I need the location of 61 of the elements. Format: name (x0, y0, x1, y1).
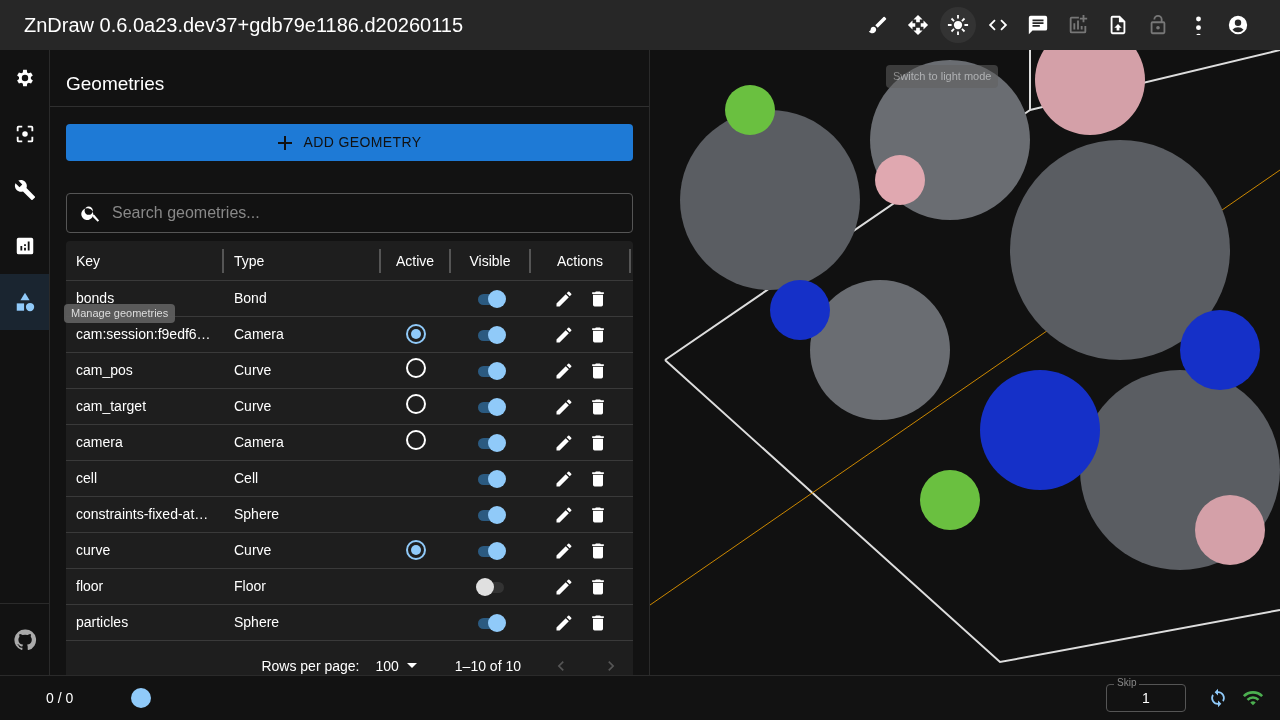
column-header[interactable]: Visible (451, 248, 531, 273)
table-cell-text: particles (75, 613, 130, 632)
radio-button[interactable] (406, 540, 426, 560)
sun-icon (947, 14, 969, 36)
table-cell-text: camera (75, 433, 124, 452)
toggle-switch[interactable] (476, 612, 506, 633)
page-range: 1–10 of 10 (454, 656, 521, 675)
plus-icon (277, 134, 294, 151)
github-icon (12, 627, 37, 652)
table-cell-text: Floor (233, 577, 267, 596)
brush-icon (867, 14, 889, 36)
toggle-switch[interactable] (476, 504, 506, 525)
table-cell-text: Sphere (233, 613, 281, 632)
toggle-switch[interactable] (476, 288, 506, 309)
toggle-switch[interactable] (476, 360, 506, 381)
account-icon (1227, 14, 1249, 36)
table-cell-text: Curve (233, 541, 273, 560)
table-cell-text: cam_pos (75, 361, 134, 380)
column-header[interactable]: Type (224, 248, 381, 273)
field-label: Skip (1114, 677, 1140, 689)
column-header[interactable]: Actions (531, 248, 631, 273)
toggle-switch[interactable] (476, 540, 506, 561)
app-title: ZnDraw 0.6.0a23.dev37+gdb79e1186.d20260115 (24, 13, 465, 38)
toggle-switch[interactable] (476, 468, 506, 489)
toggle-switch[interactable] (476, 576, 506, 597)
sun-button[interactable] (940, 7, 976, 43)
chart-add-icon (1067, 14, 1089, 36)
table-cell-text: floor (75, 577, 105, 596)
sidebar-item[interactable] (0, 274, 49, 330)
sync-icon[interactable] (1208, 688, 1228, 708)
table-cell-text: Curve (233, 361, 273, 380)
more-icon (1195, 15, 1201, 35)
table-cell-text: Cell (233, 469, 260, 488)
table-cell-text: cam:session:f9edf6… (75, 325, 212, 344)
table-cell-text: Sphere (233, 505, 281, 524)
table-cell-text: Camera (233, 433, 285, 452)
move-icon (907, 14, 929, 36)
frame-counter: 0 / 0 (46, 688, 74, 708)
slider-thumb[interactable] (131, 688, 152, 708)
table-cell-text: Curve (233, 397, 273, 416)
table-cell-text: Bond (233, 289, 268, 308)
table-cell-text: cell (75, 469, 98, 488)
caret-icon (406, 663, 417, 669)
radio-button[interactable] (406, 324, 426, 344)
toggle-switch[interactable] (476, 396, 506, 417)
table-cell-text: constraints-fixed-at… (75, 505, 210, 524)
tooltip: Manage geometries (64, 304, 176, 323)
column-header[interactable]: Key (66, 248, 224, 273)
panel-title: Geometries (50, 50, 649, 107)
table-cell-text: cam_target (75, 397, 148, 416)
wrench-icon (13, 179, 36, 201)
table-cell-text: Camera (233, 325, 285, 344)
toggle-switch[interactable] (476, 324, 506, 345)
rows-per-page-label: Rows per page: (261, 656, 360, 675)
search-field[interactable]: Search geometries... (66, 193, 633, 233)
rows-per-page-select[interactable]: 100 (375, 655, 417, 675)
add-geometry-button[interactable]: ADD GEOMETRY (66, 124, 633, 161)
table-cell-text: curve (75, 541, 112, 560)
toggle-switch[interactable] (476, 432, 506, 453)
column-header[interactable]: Active (381, 248, 451, 273)
chat-icon (1027, 14, 1049, 36)
